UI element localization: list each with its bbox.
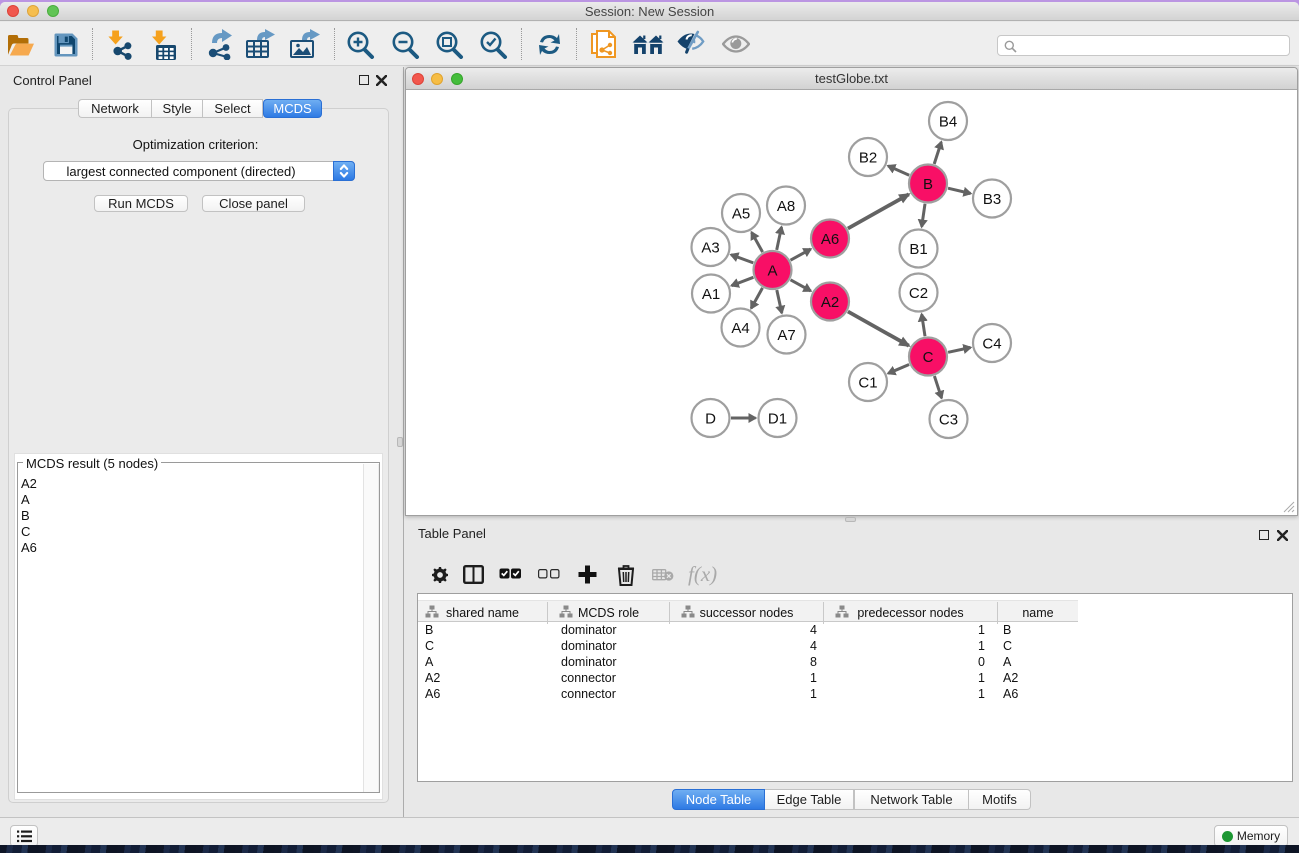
svg-text:B1: B1 (909, 241, 927, 258)
svg-text:A7: A7 (777, 327, 795, 344)
svg-text:A2: A2 (821, 294, 839, 311)
svg-text:B4: B4 (939, 114, 957, 131)
svg-text:B: B (923, 176, 933, 193)
svg-text:A4: A4 (731, 320, 749, 337)
svg-text:A5: A5 (732, 206, 750, 223)
svg-text:C3: C3 (939, 412, 958, 429)
svg-text:A: A (767, 263, 777, 280)
svg-text:B2: B2 (859, 150, 877, 167)
svg-text:D: D (705, 411, 716, 428)
svg-text:C1: C1 (858, 375, 877, 392)
svg-text:A6: A6 (821, 231, 839, 248)
svg-text:A1: A1 (702, 286, 720, 303)
svg-text:D1: D1 (768, 411, 787, 428)
svg-text:C2: C2 (909, 285, 928, 302)
svg-text:C4: C4 (982, 336, 1001, 353)
svg-text:A8: A8 (777, 198, 795, 215)
svg-text:A3: A3 (701, 240, 719, 257)
svg-text:B3: B3 (983, 191, 1001, 208)
svg-text:C: C (923, 349, 934, 366)
